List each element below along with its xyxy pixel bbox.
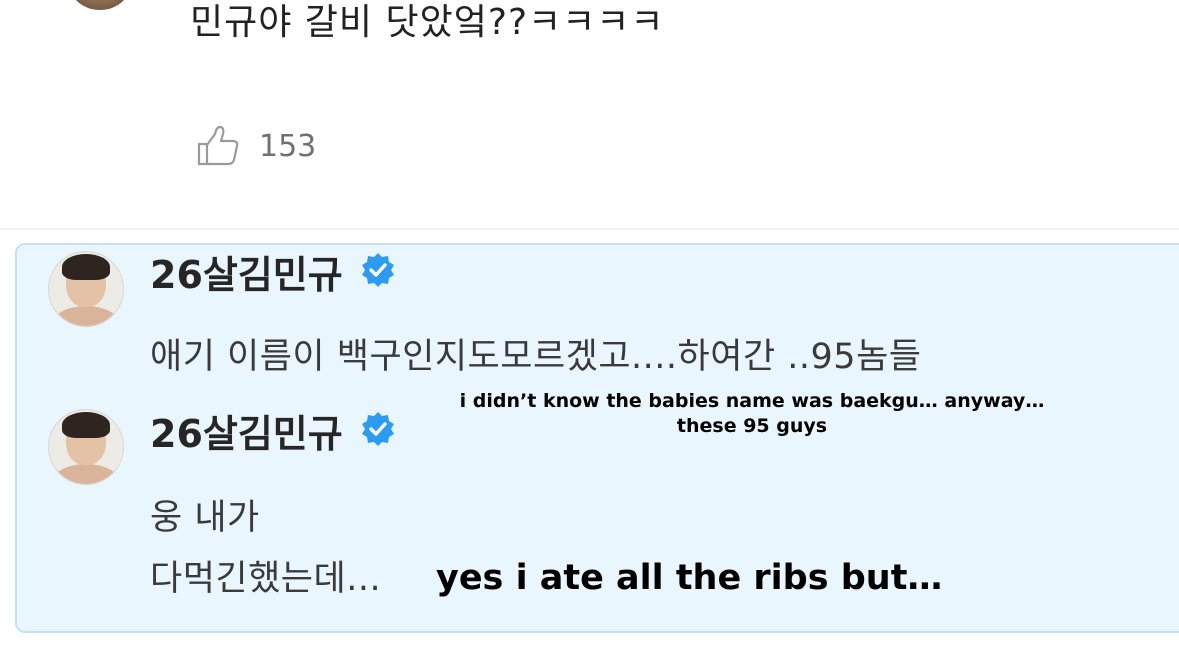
- reply-text-line-1: 웅 내가: [150, 498, 260, 538]
- divider: [0, 228, 1179, 230]
- reply-text-line-2: 다먹긴했는데...: [150, 559, 382, 599]
- reply-username[interactable]: 26살김민규: [150, 251, 397, 299]
- commenter-avatar[interactable]: [70, 0, 130, 10]
- reply-avatar[interactable]: [48, 251, 124, 327]
- translation-caption-line-2: these 95 guys: [676, 415, 828, 437]
- like-row: 153: [195, 124, 316, 168]
- thumbs-up-icon[interactable]: [195, 124, 241, 168]
- verified-badge-icon: [359, 410, 397, 458]
- translation-caption: i didn’t know the babies name was baekgu…: [438, 389, 1066, 439]
- like-count: 153: [259, 128, 317, 164]
- reply-text: 애기 이름이 백구인지도모르겠고....하여간 ..95놈들: [150, 337, 922, 377]
- verified-badge-icon: [359, 251, 397, 299]
- reply-username[interactable]: 26살김민규: [150, 410, 397, 458]
- translation-caption-2: yes i ate all the ribs but…: [436, 558, 943, 598]
- translation-caption-line-1: i didn’t know the babies name was baekgu…: [459, 390, 1045, 412]
- comment-text: 민규야 갈비 닷았엌??ㅋㅋㅋㅋ: [190, 2, 665, 43]
- reply-avatar[interactable]: [48, 409, 124, 485]
